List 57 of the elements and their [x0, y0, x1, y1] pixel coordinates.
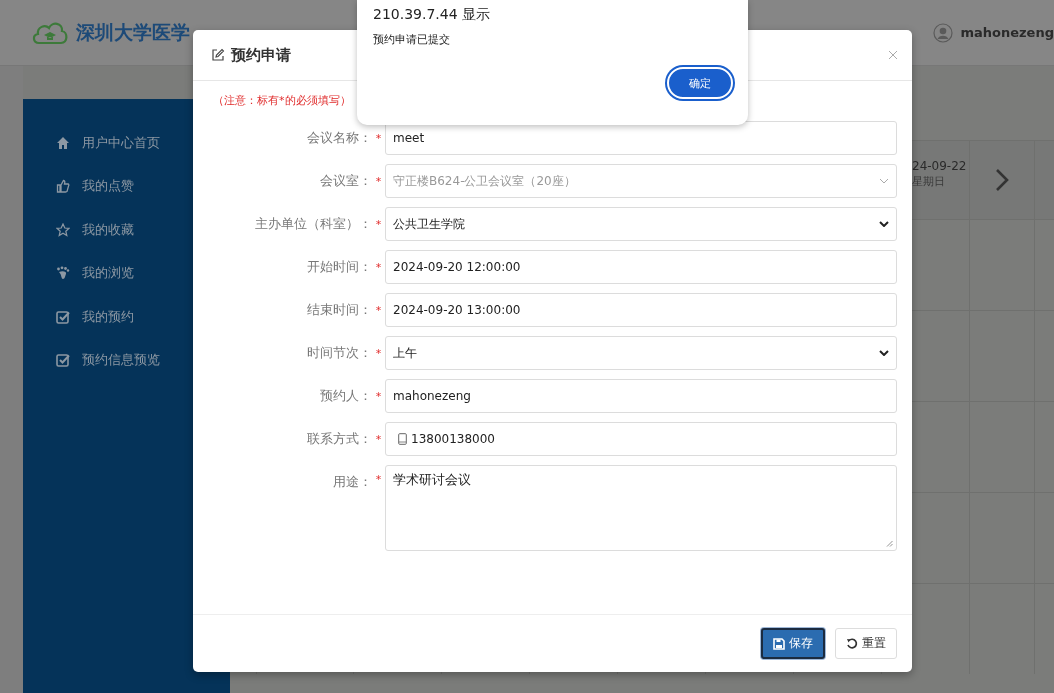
sidebar-item[interactable]: 我的收藏: [22, 208, 230, 252]
resize-grip-icon: [886, 540, 893, 547]
user-avatar-icon[interactable]: [933, 22, 954, 43]
date-text: 24-09-22: [912, 159, 968, 173]
field-label: 会议室：: [319, 172, 372, 190]
star-icon: [55, 222, 70, 237]
required-mark: *: [374, 346, 383, 360]
required-notice: （注意：标有*的必须填写）: [212, 93, 352, 109]
rotate-icon: [846, 637, 858, 650]
sidebar-item[interactable]: 预约信息预览: [22, 338, 230, 382]
reset-button[interactable]: 重置: [835, 628, 897, 659]
field-label: 联系方式：: [306, 430, 372, 448]
field-label: 预约人：: [319, 387, 372, 405]
sidebar-item[interactable]: 用户中心首页: [22, 121, 230, 165]
checkbox-icon: [55, 309, 70, 324]
sidebar-item[interactable]: 我的预约: [22, 295, 230, 339]
field-label: 开始时间：: [306, 258, 372, 276]
field-label: 主办单位（科室）：: [254, 215, 372, 233]
home-icon: [55, 135, 70, 150]
field-label: 会议名称：: [306, 129, 372, 147]
phone-field[interactable]: 13800138000: [385, 422, 897, 456]
username[interactable]: mahonezeng: [960, 25, 1054, 40]
caret-icon: [879, 221, 889, 227]
required-mark: *: [374, 432, 383, 446]
input-field[interactable]: 2024-09-20 12:00:00: [385, 250, 897, 284]
field-label: 结束时间：: [306, 301, 372, 319]
edit-icon: [211, 48, 225, 62]
caret-icon: [879, 178, 889, 184]
textarea-field[interactable]: 学术研讨会议: [385, 465, 897, 551]
required-mark: *: [374, 389, 383, 403]
field-label: 时间节次：: [306, 344, 372, 362]
footprint-icon: [55, 266, 70, 281]
required-mark: *: [374, 473, 383, 486]
required-mark: *: [374, 174, 383, 188]
phone-icon: [398, 433, 407, 445]
chevron-right-icon[interactable]: [995, 168, 1009, 192]
save-button[interactable]: 保存: [761, 628, 825, 659]
select-field[interactable]: 公共卫生学院: [385, 207, 897, 241]
site-title: 深圳大学医学: [76, 19, 190, 45]
confirm-button[interactable]: 确定: [667, 67, 733, 99]
alert-message: 预约申请已提交: [373, 32, 451, 47]
checkbox-icon: [55, 353, 70, 368]
required-mark: *: [374, 131, 383, 145]
input-field[interactable]: mahonezeng: [385, 379, 897, 413]
field-label: 用途：: [332, 473, 372, 491]
alert-title: 210.39.7.44 显示: [373, 6, 492, 24]
required-mark: *: [374, 303, 383, 317]
input-field[interactable]: 2024-09-20 13:00:00: [385, 293, 897, 327]
caret-icon: [879, 350, 889, 356]
select-field[interactable]: 上午: [385, 336, 897, 370]
required-mark: *: [374, 217, 383, 231]
dialog-title: 预约申请: [231, 45, 291, 65]
close-icon[interactable]: [888, 50, 898, 60]
sidebar-item[interactable]: 我的浏览: [22, 251, 230, 295]
thumbs-up-icon: [55, 179, 70, 194]
required-mark: *: [374, 260, 383, 274]
sidebar-item[interactable]: 我的点赞: [22, 164, 230, 208]
